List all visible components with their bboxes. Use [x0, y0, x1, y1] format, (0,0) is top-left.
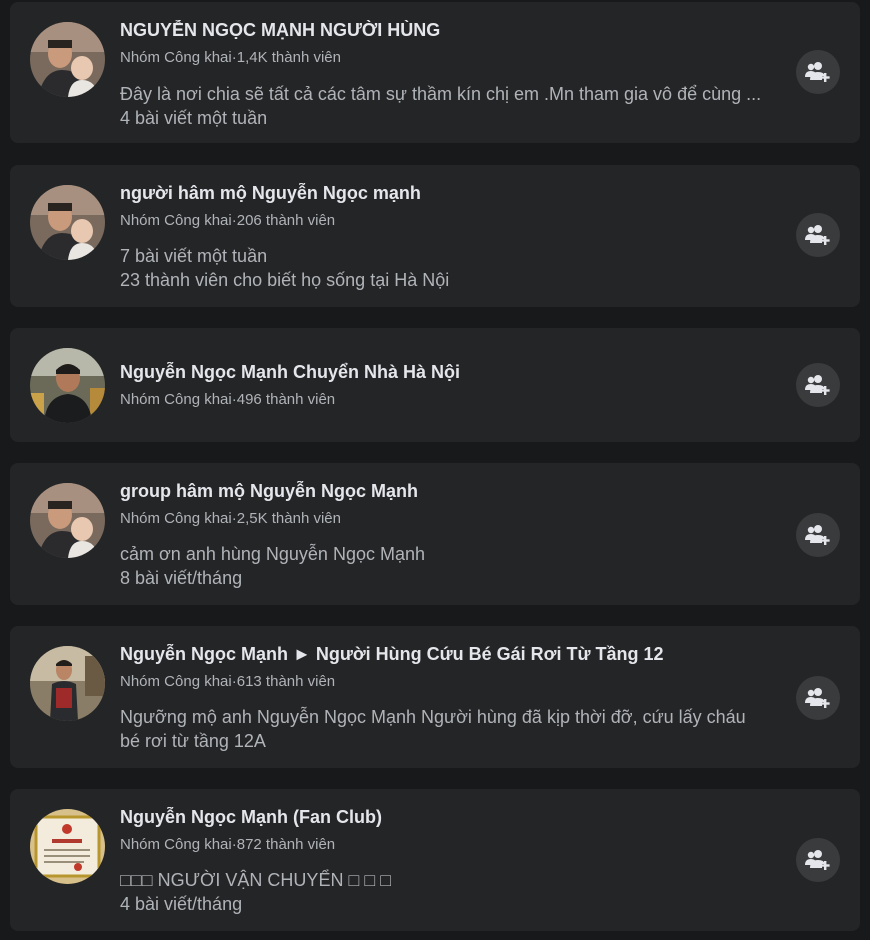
group-privacy: Nhóm Công khai	[120, 510, 232, 527]
group-title[interactable]: group hâm mộ Nguyễn Ngọc Mạnh	[120, 481, 750, 502]
join-group-button[interactable]	[796, 213, 840, 257]
group-title[interactable]: Nguyễn Ngọc Mạnh ► Người Hùng Cứu Bé Gái…	[120, 644, 750, 665]
group-members: 2,5K thành viên	[236, 510, 341, 527]
group-description: 7 bài viết một tuần 23 thành viên cho bi…	[120, 244, 780, 292]
group-description: Đây là nơi chia sẽ tất cả các tâm sự thầ…	[120, 82, 780, 130]
group-meta: Nhóm Công khai·206 thành viên	[120, 212, 335, 229]
location-line: 23 thành viên cho biết họ sống tại Hà Nộ…	[120, 270, 450, 290]
join-group-button[interactable]	[796, 838, 840, 882]
join-group-icon	[805, 62, 830, 82]
group-members: 613 thành viên	[236, 673, 336, 690]
group-avatar[interactable]	[30, 348, 105, 423]
description-line: cảm ơn anh hùng Nguyễn Ngọc Mạnh	[120, 544, 425, 564]
group-title[interactable]: NGUYỄN NGỌC MẠNH NGƯỜI HÙNG	[120, 20, 750, 41]
group-avatar[interactable]	[30, 22, 105, 97]
group-description: □□□ NGƯỜI VẬN CHUYỂN □ □ □ 4 bài viết/th…	[120, 868, 780, 916]
activity-line: 8 bài viết/tháng	[120, 568, 243, 588]
group-avatar[interactable]	[30, 185, 105, 260]
group-members: 206 thành viên	[236, 212, 336, 229]
group-members: 496 thành viên	[236, 391, 336, 408]
activity-line: 4 bài viết một tuần	[120, 108, 268, 128]
description-line: Đây là nơi chia sẽ tất cả các tâm sự thầ…	[120, 84, 762, 104]
activity-line: 4 bài viết/tháng	[120, 894, 243, 914]
group-meta: Nhóm Công khai·872 thành viên	[120, 836, 335, 853]
group-title[interactable]: người hâm mộ Nguyễn Ngọc mạnh	[120, 183, 750, 204]
group-meta: Nhóm Công khai·1,4K thành viên	[120, 49, 341, 66]
group-members: 1,4K thành viên	[236, 49, 341, 66]
group-meta: Nhóm Công khai·613 thành viên	[120, 673, 335, 690]
group-privacy: Nhóm Công khai	[120, 391, 232, 408]
group-meta: Nhóm Công khai·496 thành viên	[120, 391, 335, 408]
group-card[interactable]: người hâm mộ Nguyễn Ngọc mạnh Nhóm Công …	[10, 165, 860, 307]
join-group-icon	[805, 688, 830, 708]
join-group-button[interactable]	[796, 676, 840, 720]
group-card[interactable]: Nguyễn Ngọc Mạnh ► Người Hùng Cứu Bé Gái…	[10, 626, 860, 768]
join-group-icon	[805, 525, 830, 545]
group-privacy: Nhóm Công khai	[120, 212, 232, 229]
group-description: cảm ơn anh hùng Nguyễn Ngọc Mạnh 8 bài v…	[120, 542, 780, 590]
join-group-button[interactable]	[796, 50, 840, 94]
group-privacy: Nhóm Công khai	[120, 49, 232, 66]
group-card[interactable]: NGUYỄN NGỌC MẠNH NGƯỜI HÙNG Nhóm Công kh…	[10, 2, 860, 143]
group-title[interactable]: Nguyễn Ngọc Mạnh (Fan Club)	[120, 807, 750, 828]
join-group-button[interactable]	[796, 363, 840, 407]
join-group-button[interactable]	[796, 513, 840, 557]
group-card[interactable]: Nguyễn Ngọc Mạnh (Fan Club) Nhóm Công kh…	[10, 789, 860, 931]
join-group-icon	[805, 225, 830, 245]
group-privacy: Nhóm Công khai	[120, 836, 232, 853]
group-privacy: Nhóm Công khai	[120, 673, 232, 690]
group-description: Ngưỡng mộ anh Nguyễn Ngọc Mạnh Người hùn…	[120, 705, 780, 753]
group-avatar[interactable]	[30, 483, 105, 558]
group-meta: Nhóm Công khai·2,5K thành viên	[120, 510, 341, 527]
activity-line: 7 bài viết một tuần	[120, 246, 268, 266]
group-avatar[interactable]	[30, 809, 105, 884]
group-members: 872 thành viên	[236, 836, 336, 853]
description-line: bé rơi từ tầng 12A	[120, 731, 266, 751]
description-line: Ngưỡng mộ anh Nguyễn Ngọc Mạnh Người hùn…	[120, 707, 746, 727]
group-card[interactable]: Nguyễn Ngọc Mạnh Chuyển Nhà Hà Nội Nhóm …	[10, 328, 860, 442]
join-group-icon	[805, 375, 830, 395]
group-card[interactable]: group hâm mộ Nguyễn Ngọc Mạnh Nhóm Công …	[10, 463, 860, 605]
description-line: □□□ NGƯỜI VẬN CHUYỂN □ □ □	[120, 870, 392, 890]
join-group-icon	[805, 850, 830, 870]
group-title[interactable]: Nguyễn Ngọc Mạnh Chuyển Nhà Hà Nội	[120, 362, 750, 383]
group-avatar[interactable]	[30, 646, 105, 721]
